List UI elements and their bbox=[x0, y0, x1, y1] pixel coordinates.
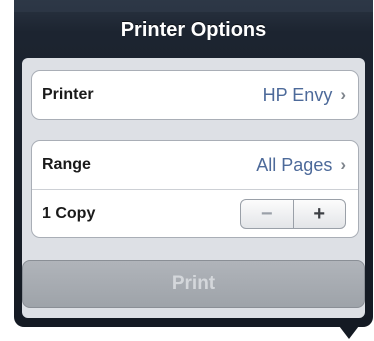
range-value: All Pages bbox=[256, 154, 333, 175]
options-panel: Printer HP Envy › Range All Pages › 1 Co… bbox=[22, 58, 365, 318]
chevron-right-icon: › bbox=[340, 85, 346, 104]
print-button[interactable]: Print bbox=[22, 260, 365, 308]
popover-arrow bbox=[336, 322, 362, 339]
popover-title: Printer Options bbox=[120, 19, 267, 41]
printer-value: HP Envy bbox=[262, 84, 333, 105]
copies-stepper: − + bbox=[240, 198, 346, 229]
printer-label: Printer bbox=[42, 86, 94, 103]
decrement-button[interactable]: − bbox=[241, 200, 293, 228]
printer-group: Printer HP Envy › bbox=[31, 70, 359, 120]
copies-label: 1 Copy bbox=[42, 204, 96, 222]
copies-row: 1 Copy − + bbox=[32, 189, 358, 237]
range-row[interactable]: Range All Pages › bbox=[32, 141, 358, 189]
increment-button[interactable]: + bbox=[292, 199, 346, 228]
range-copies-group: Range All Pages › 1 Copy − + bbox=[31, 140, 359, 238]
range-label: Range bbox=[42, 156, 91, 173]
chevron-right-icon: › bbox=[340, 155, 346, 174]
printer-options-popover: Printer Options Printer HP Envy › Range … bbox=[14, 0, 373, 327]
printer-row[interactable]: Printer HP Envy › bbox=[32, 71, 358, 119]
